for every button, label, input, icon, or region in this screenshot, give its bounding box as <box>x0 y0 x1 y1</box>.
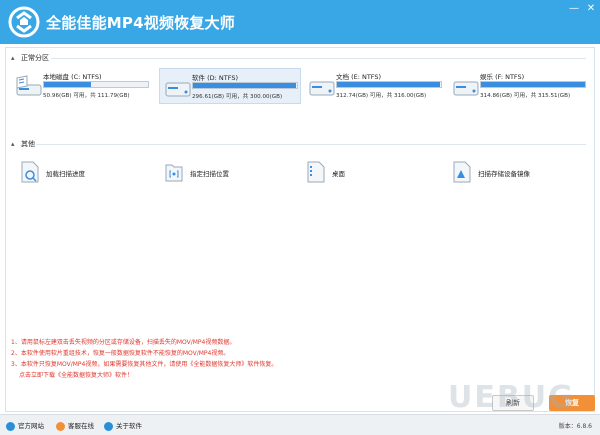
watermark-logo: UEBUG <box>448 380 575 415</box>
collapse-arrow-icon: ▴ <box>11 140 15 148</box>
desktop-icon <box>307 161 325 183</box>
note-line: 2、本软件使用软片重组技术，恢复一般数据恢复软件不能恢复的MOV/MP4视频。 <box>11 350 230 357</box>
drive-name: 本地磁盘 (C: NTFS) <box>43 73 102 81</box>
drive-name: 软件 (D: NTFS) <box>192 74 238 82</box>
note-line: 1、请用鼠标左建双击丢失视频的分区或存储设备，扫描丢失的MOV/MP4视频数据。 <box>11 339 236 346</box>
divider <box>51 58 586 59</box>
usage-bar-fill <box>481 82 585 87</box>
drive-d[interactable]: 软件 (D: NTFS) 296.61(GB) 可用，共 300.00(GB) <box>159 68 301 104</box>
drive-name: 文档 (E: NTFS) <box>336 73 382 81</box>
headset-icon <box>56 421 65 431</box>
note-line: 3、本软件只恢复MOV/MP4视频，如果需要恢复其他文件，请使用《全能数据恢复大… <box>11 361 278 368</box>
customer-service-link[interactable]: 客服在线 <box>56 420 94 431</box>
collapse-arrow-icon: ▴ <box>11 54 15 62</box>
device-image-icon <box>453 161 471 183</box>
drive-usage: 50.96(GB) 可用，共 111.79(GB) <box>43 93 130 99</box>
about-link[interactable]: 关于软件 <box>104 420 142 431</box>
minimize-button[interactable]: — <box>566 3 582 15</box>
version-label: 版本：6.8.6 <box>558 423 592 430</box>
usage-bar <box>43 81 149 88</box>
usage-bar-fill <box>337 82 440 87</box>
hard-drive-icon <box>453 81 479 96</box>
globe-icon <box>6 421 15 431</box>
title-bar: 全能佳能MP4视频恢复大师 — ✕ <box>0 0 600 44</box>
footer-bar: 官方网站 客服在线 关于软件 版本：6.8.6 <box>0 414 600 435</box>
drive-c[interactable]: 本地磁盘 (C: NTFS) 50.96(GB) 可用，共 111.79(GB) <box>11 68 153 104</box>
instructions: 1、请用鼠标左建双击丢失视频的分区或存储设备，扫描丢失的MOV/MP4视频数据。… <box>11 337 277 381</box>
drive-usage: 312.74(GB) 可用，共 316.00(GB) <box>336 93 427 99</box>
divider <box>36 144 586 145</box>
app-title: 全能佳能MP4视频恢复大师 <box>46 14 235 32</box>
usage-bar-fill <box>193 83 296 88</box>
info-icon <box>104 421 113 431</box>
close-button[interactable]: ✕ <box>583 3 599 15</box>
drive-usage: 296.61(GB) 可用，共 300.00(GB) <box>192 94 283 100</box>
main-panel: ▴ 正常分区 本地磁盘 (C: NTFS) 50.96(GB) 可用，共 111.… <box>5 47 595 412</box>
tool-label: 指定扫描位置 <box>190 170 229 178</box>
tool-label: 加载扫描进度 <box>46 170 85 178</box>
download-link[interactable]: 点击立即下载《全能数据恢复大师》软件！ <box>11 370 277 381</box>
tool-label: 桌面 <box>332 170 345 178</box>
official-site-link[interactable]: 官方网站 <box>6 420 44 431</box>
tool-label: 扫描存储设备镜像 <box>478 170 530 178</box>
usage-bar <box>192 82 298 89</box>
usage-bar <box>336 81 442 88</box>
drive-name: 娱乐 (F: NTFS) <box>480 73 525 81</box>
partitions-header[interactable]: ▴ 正常分区 <box>11 53 49 63</box>
drive-e[interactable]: 文档 (E: NTFS) 312.74(GB) 可用，共 316.00(GB) <box>304 68 446 104</box>
hard-drive-icon <box>309 81 335 96</box>
hard-drive-icon <box>165 82 191 97</box>
load-progress-icon <box>21 161 39 183</box>
drive-f[interactable]: 娱乐 (F: NTFS) 314.86(GB) 可用，共 315.51(GB) <box>448 68 590 104</box>
drive-usage: 314.86(GB) 可用，共 315.51(GB) <box>480 93 571 99</box>
scan-location-icon <box>165 164 183 182</box>
others-header[interactable]: ▴ 其他 <box>11 139 35 149</box>
usage-bar-fill <box>44 82 92 87</box>
hard-drive-icon <box>16 75 42 96</box>
usage-bar <box>480 81 586 88</box>
app-logo-icon <box>8 6 40 38</box>
